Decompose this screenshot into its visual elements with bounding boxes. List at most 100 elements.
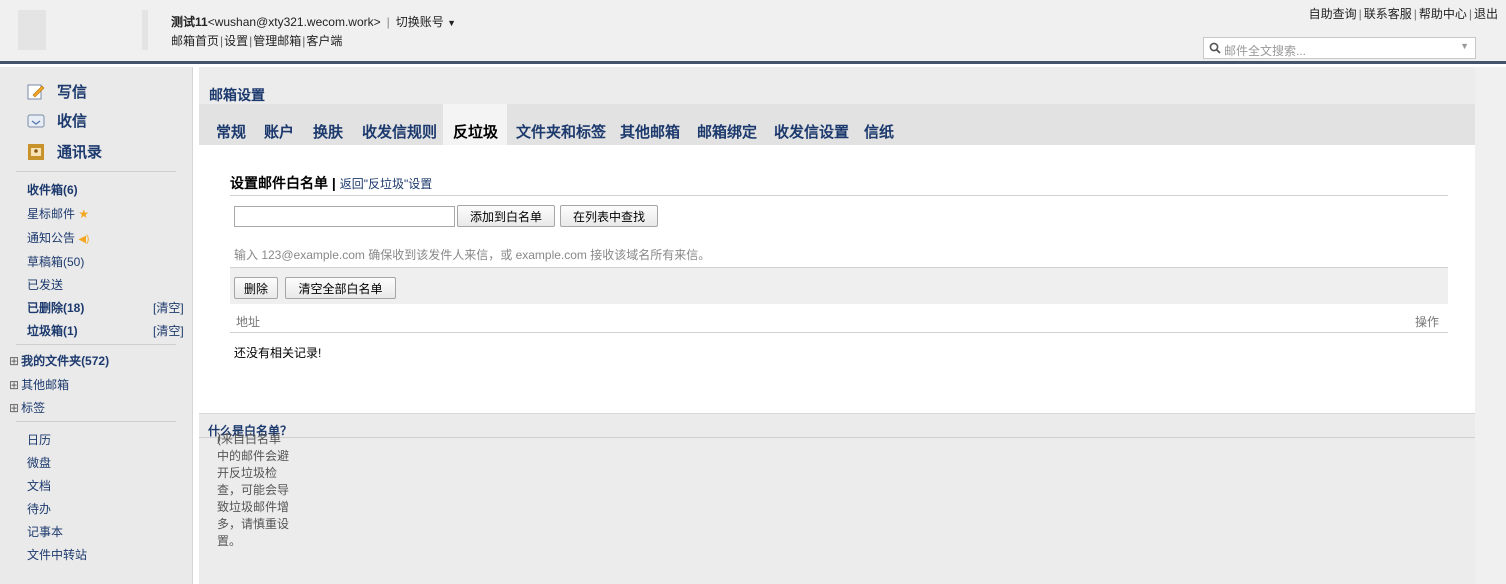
group-other-mailboxes[interactable]: ⊞ 其他邮箱 <box>9 376 69 393</box>
tab-other-mailboxes[interactable]: 其他邮箱 <box>620 121 680 142</box>
star-icon: ★ <box>78 207 90 221</box>
tab-mail-rules[interactable]: 收发信规则 <box>362 121 437 142</box>
expand-icon: ⊞ <box>9 378 20 392</box>
link-logout[interactable]: 退出 <box>1474 7 1498 21</box>
tab-account[interactable]: 账户 <box>264 121 294 142</box>
folder-inbox[interactable]: 收件箱(6) <box>27 181 78 198</box>
search-input[interactable]: 邮件全文搜索... ▼ <box>1203 37 1476 59</box>
delete-button[interactable]: 删除 <box>234 277 278 299</box>
top-link-separator: | <box>1468 7 1472 21</box>
top-links: 自助查询 | 联系客服 | 帮助中心 | 退出 <box>1309 5 1498 22</box>
top-link-separator: | <box>1358 7 1362 21</box>
receive-label: 收信 <box>57 113 88 130</box>
footer-note-end: ) <box>217 430 221 444</box>
section-divider <box>230 195 1448 196</box>
link-self-service[interactable]: 自助查询 <box>1309 7 1357 21</box>
folder-starred-label: 星标邮件 <box>27 207 76 221</box>
column-header-address: 地址 <box>236 315 261 329</box>
tab-general[interactable]: 常规 <box>216 121 246 142</box>
nav-settings[interactable]: 设置 <box>224 34 248 48</box>
sub-nav: 邮箱首页|设置|管理邮箱|客户端 <box>171 32 342 49</box>
chevron-down-icon[interactable]: ▼ <box>1460 41 1469 51</box>
sidebar-divider <box>16 421 176 422</box>
top-link-separator: | <box>1413 7 1417 21</box>
folder-drafts[interactable]: 草稿箱(50) <box>27 253 84 270</box>
group-my-folders-label: 我的文件夹(572) <box>21 354 110 368</box>
folder-notices[interactable]: 通知公告 ◀) <box>27 229 89 246</box>
find-in-list-button[interactable]: 在列表中查找 <box>560 205 658 227</box>
switch-account-link[interactable]: 切换账号 ▼ <box>396 15 456 29</box>
tab-send-receive-settings[interactable]: 收发信设置 <box>774 121 849 142</box>
empty-spam-link[interactable]: [清空] <box>153 322 184 339</box>
tab-skin[interactable]: 换肤 <box>313 121 343 142</box>
nav-separator: | <box>249 34 253 48</box>
speaker-icon: ◀) <box>78 234 90 245</box>
group-tags-label: 标签 <box>21 401 46 415</box>
app-notebook[interactable]: 记事本 <box>27 523 63 540</box>
tab-folders-tags[interactable]: 文件夹和标签 <box>516 121 606 142</box>
input-hint: 输入 123@example.com 确保收到该发件人来信，或 example.… <box>234 248 711 262</box>
group-my-folders[interactable]: ⊞ 我的文件夹(572) <box>9 352 109 369</box>
account-name: 测试11 <box>171 15 208 29</box>
account-info: 测试11<wushan@xty321.wecom.work> | 切换账号 ▼ <box>171 13 456 30</box>
receive-button[interactable]: 收信 <box>27 110 87 131</box>
tab-anti-spam[interactable]: 反垃圾 <box>453 121 498 142</box>
app-docs[interactable]: 文档 <box>27 477 51 494</box>
contacts-button[interactable]: 通讯录 <box>27 141 102 162</box>
tab-stationery[interactable]: 信纸 <box>864 121 894 142</box>
inbox-icon <box>27 114 45 127</box>
app-file-transfer[interactable]: 文件中转站 <box>27 546 87 563</box>
company-logo <box>18 10 148 50</box>
account-email: <wushan@xty321.wecom.work> <box>207 15 381 29</box>
app-todo[interactable]: 待办 <box>27 500 51 517</box>
column-header-actions: 操作 <box>1415 315 1440 329</box>
account-separator: | <box>386 15 390 29</box>
nav-separator: | <box>220 34 224 48</box>
search-icon <box>1209 42 1221 54</box>
add-to-whitelist-button[interactable]: 添加到白名单 <box>457 205 555 227</box>
footer-note-text: (来自白名单中的邮件会避开反垃圾检查，可能会导致垃圾邮件增多，请慎重设置。 什么是… <box>208 422 292 548</box>
empty-list-message: 还没有相关记录! <box>234 346 322 360</box>
whitelist-address-input[interactable] <box>234 206 455 227</box>
folder-sent[interactable]: 已发送 <box>27 276 63 293</box>
app-drive[interactable]: 微盘 <box>27 454 51 471</box>
link-contact-support[interactable]: 联系客服 <box>1364 7 1412 21</box>
page-title: 邮箱设置 <box>209 87 265 103</box>
contacts-icon <box>28 143 44 160</box>
section-title-separator: | <box>331 175 336 191</box>
settings-content: 邮箱设置 常规 账户 换肤 收发信规则 反垃圾 文件夹和标签 其他邮箱 邮箱绑定… <box>199 67 1475 584</box>
nav-client[interactable]: 客户端 <box>306 34 342 48</box>
sidebar-divider <box>16 344 176 345</box>
footer-note-body: (来自白名单中的邮件会避开反垃圾检查，可能会导致垃圾邮件增多，请慎重设置。 <box>217 432 290 548</box>
nav-separator: | <box>302 34 306 48</box>
expand-icon: ⊞ <box>9 354 20 368</box>
app-calendar[interactable]: 日历 <box>27 431 51 448</box>
caret-down-icon: ▼ <box>447 18 457 28</box>
clear-whitelist-button[interactable]: 清空全部白名单 <box>285 277 396 299</box>
top-bar: 测试11<wushan@xty321.wecom.work> | 切换账号 ▼ 邮箱… <box>0 0 1506 64</box>
table-header-divider <box>230 332 1448 333</box>
footer-note: (来自白名单中的邮件会避开反垃圾检查，可能会导致垃圾邮件增多，请慎重设置。 什么是… <box>199 413 1475 548</box>
folder-starred[interactable]: 星标邮件 ★ <box>27 205 89 222</box>
search-placeholder: 邮件全文搜索... <box>1224 44 1307 58</box>
group-tags[interactable]: ⊞ 标签 <box>9 399 45 416</box>
section-title-text: 设置邮件白名单 <box>230 175 328 191</box>
nav-admin[interactable]: 管理邮箱 <box>253 34 301 48</box>
page-scrollbar[interactable] <box>1475 67 1506 584</box>
expand-icon: ⊞ <box>9 401 20 415</box>
group-other-mailboxes-label: 其他邮箱 <box>21 378 70 392</box>
compose-label: 写信 <box>57 84 88 101</box>
compose-button[interactable]: 写信 <box>27 81 87 102</box>
folder-spam[interactable]: 垃圾箱(1) <box>27 322 78 339</box>
sidebar-divider <box>16 171 176 172</box>
back-to-anti-spam-link[interactable]: 返回"反垃圾"设置 <box>340 177 433 191</box>
sidebar: 写信 收信 通讯录 收件箱(6) 星标邮件 ★ 通知公告 ◀) 草稿箱(50) … <box>0 67 193 584</box>
tab-mailbox-binding[interactable]: 邮箱绑定 <box>697 121 757 142</box>
empty-deleted-link[interactable]: [清空] <box>153 299 184 316</box>
list-toolbar <box>230 268 1448 304</box>
compose-icon <box>27 84 45 99</box>
section-title: 设置邮件白名单 | 返回"反垃圾"设置 <box>230 173 432 193</box>
folder-deleted[interactable]: 已删除(18) <box>27 299 84 316</box>
link-help-center[interactable]: 帮助中心 <box>1419 7 1467 21</box>
nav-mail-home[interactable]: 邮箱首页 <box>171 34 219 48</box>
